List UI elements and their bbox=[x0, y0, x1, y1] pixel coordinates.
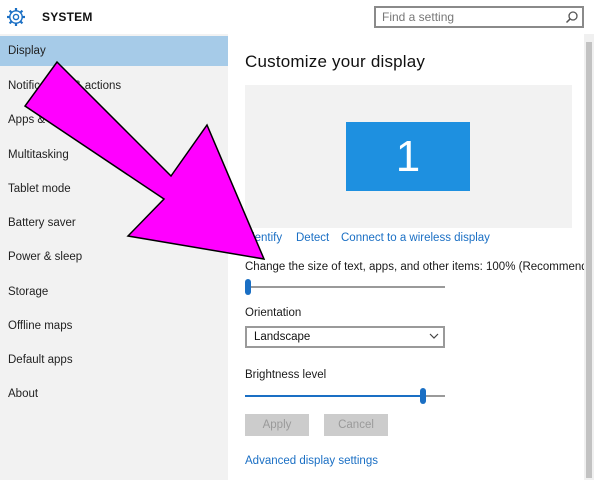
scrollbar[interactable] bbox=[584, 34, 594, 480]
monitor-1[interactable]: 1 bbox=[346, 122, 470, 191]
sidebar-item-about[interactable]: About bbox=[0, 379, 228, 409]
cancel-button[interactable]: Cancel bbox=[324, 414, 388, 436]
search-icon[interactable] bbox=[565, 10, 579, 24]
brightness-slider[interactable] bbox=[245, 388, 445, 404]
sidebar-item-battery-saver[interactable]: Battery saver bbox=[0, 208, 228, 238]
page-title: Customize your display bbox=[245, 52, 426, 71]
orientation-dropdown[interactable]: Landscape bbox=[245, 326, 445, 348]
title-bar: SYSTEM bbox=[0, 0, 594, 34]
sidebar-item-multitasking[interactable]: Multitasking bbox=[0, 140, 228, 170]
scale-slider[interactable] bbox=[245, 279, 445, 295]
wireless-display-link[interactable]: Connect to a wireless display bbox=[341, 232, 490, 244]
sidebar: Display Notifications & actions Apps & f… bbox=[0, 34, 228, 480]
scale-slider-thumb[interactable] bbox=[245, 279, 251, 295]
sidebar-item-display[interactable]: Display bbox=[0, 36, 228, 66]
sidebar-item-default-apps[interactable]: Default apps bbox=[0, 345, 228, 375]
advanced-display-settings-link[interactable]: Advanced display settings bbox=[245, 455, 378, 467]
gear-icon bbox=[7, 8, 25, 26]
brightness-label: Brightness level bbox=[245, 369, 327, 381]
search-input[interactable] bbox=[376, 8, 556, 26]
sidebar-item-notifications[interactable]: Notifications & actions bbox=[0, 71, 228, 101]
search-box[interactable] bbox=[374, 6, 584, 28]
detect-link[interactable]: Detect bbox=[296, 232, 329, 244]
apply-button[interactable]: Apply bbox=[245, 414, 309, 436]
scrollbar-thumb[interactable] bbox=[586, 42, 592, 478]
brightness-slider-thumb[interactable] bbox=[419, 388, 426, 404]
sidebar-item-power-sleep[interactable]: Power & sleep bbox=[0, 242, 228, 272]
sidebar-item-storage[interactable]: Storage bbox=[0, 277, 228, 307]
sidebar-item-offline-maps[interactable]: Offline maps bbox=[0, 311, 228, 341]
app-title: SYSTEM bbox=[42, 10, 93, 24]
main-content: Customize your display 1 Identify Detect… bbox=[228, 34, 594, 480]
sidebar-item-tablet-mode[interactable]: Tablet mode bbox=[0, 174, 228, 204]
orientation-value: Landscape bbox=[254, 331, 311, 343]
brightness-slider-fill bbox=[245, 395, 423, 397]
orientation-label: Orientation bbox=[245, 307, 302, 319]
scale-label: Change the size of text, apps, and other… bbox=[245, 261, 594, 273]
identify-link[interactable]: Identify bbox=[245, 232, 282, 244]
display-preview: 1 bbox=[245, 85, 572, 228]
sidebar-item-apps[interactable]: Apps & features bbox=[0, 105, 228, 135]
chevron-down-icon bbox=[429, 333, 439, 339]
